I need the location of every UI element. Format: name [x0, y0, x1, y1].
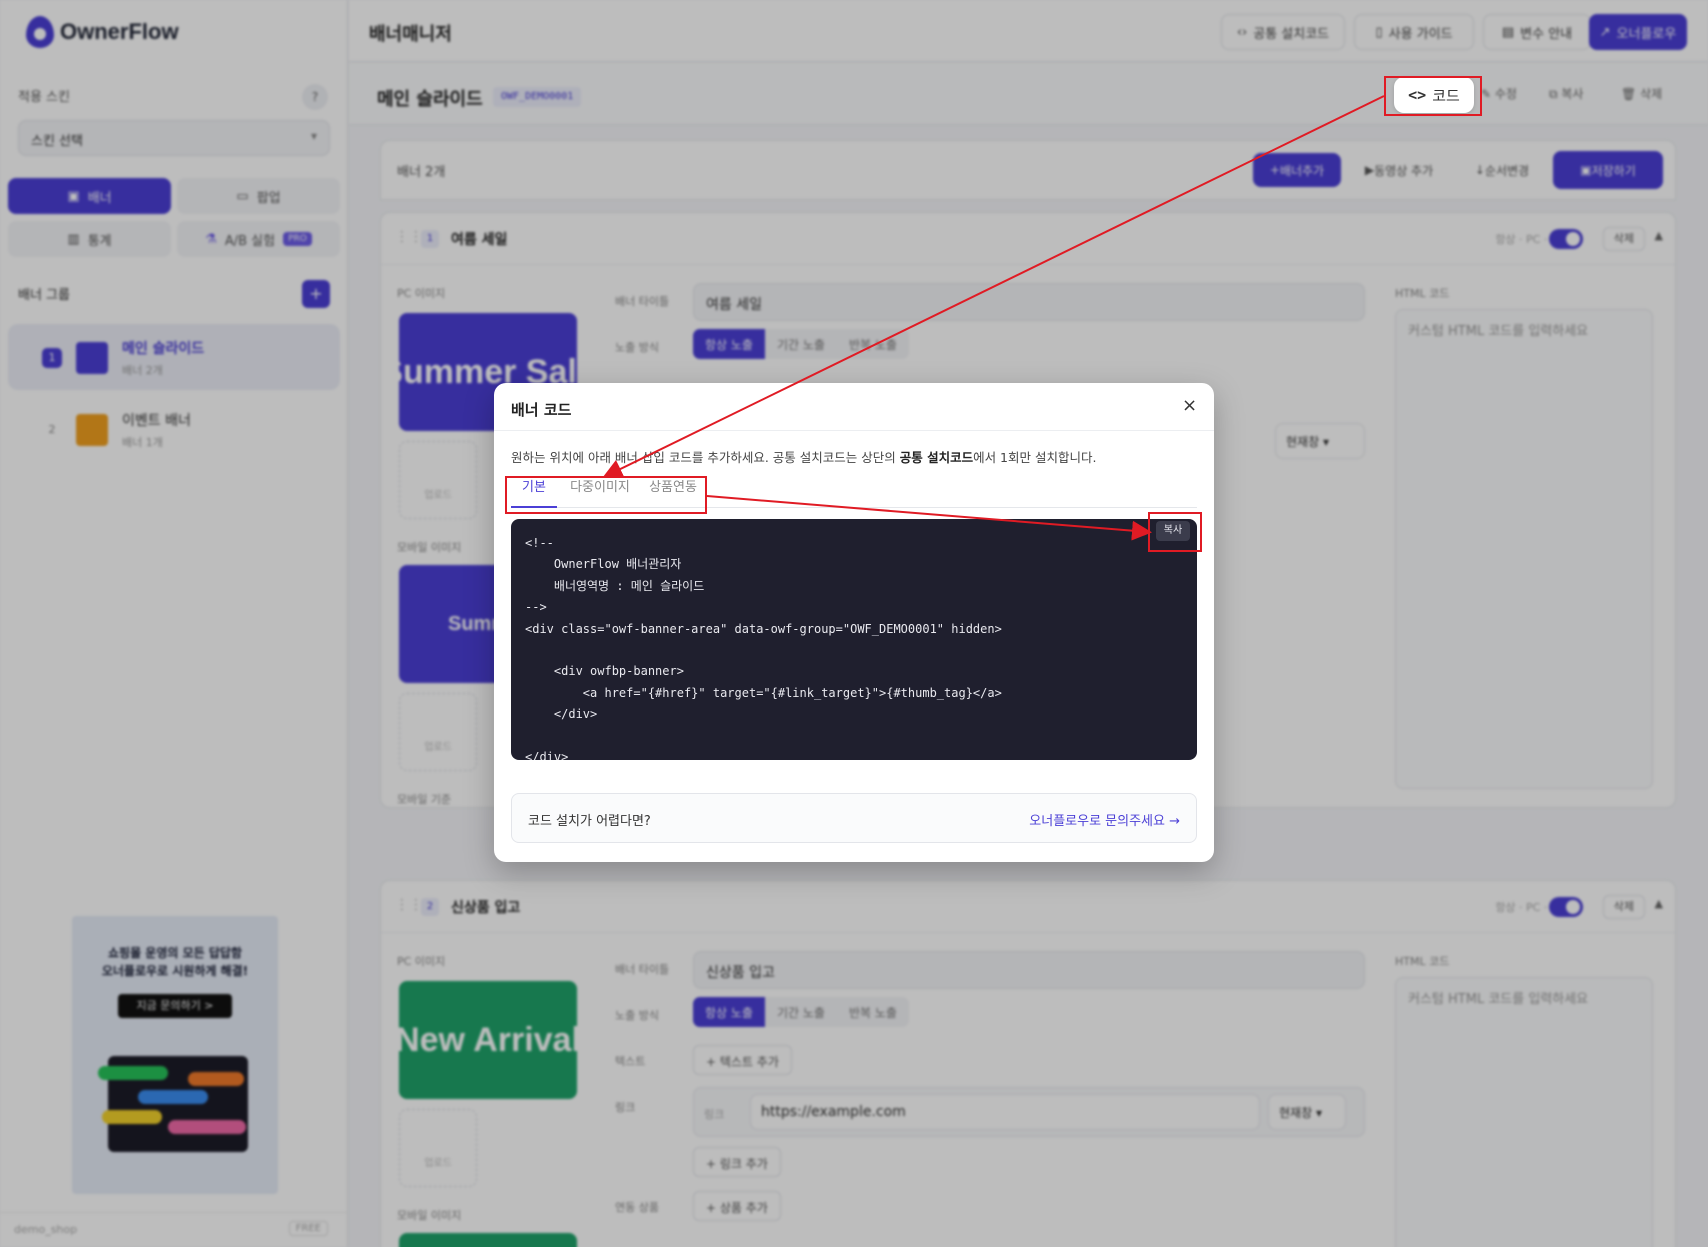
close-icon[interactable]: ×: [1182, 395, 1197, 417]
help-question: 코드 설치가 어렵다면?: [528, 814, 651, 829]
modal-description: 원하는 위치에 아래 배너 삽입 코드를 추가하세요. 공통 설치코드는 상단의…: [511, 447, 1096, 466]
help-box: 코드 설치가 어렵다면? 오너플로우로 문의주세요 →: [511, 793, 1197, 843]
banner-code-modal: 배너 코드 × 원하는 위치에 아래 배너 삽입 코드를 추가하세요. 공통 설…: [494, 383, 1214, 862]
code-text: <!-- OwnerFlow 배너관리자 배너영역명 : 메인 슬라이드 -->…: [525, 536, 1002, 760]
code-icon: <>: [1408, 86, 1427, 104]
contact-link[interactable]: 오너플로우로 문의주세요 →: [1029, 810, 1180, 829]
code-button-label: 코드: [1432, 86, 1460, 105]
modal-header: 배너 코드 ×: [494, 383, 1214, 431]
tab-basic[interactable]: 기본: [511, 475, 557, 508]
modal-title: 배너 코드: [511, 401, 572, 419]
tab-multi-image[interactable]: 다중이미지: [565, 475, 635, 508]
copy-button[interactable]: 복사: [1156, 521, 1190, 541]
code-tabs: 기본 다중이미지 상품연동: [511, 475, 1197, 508]
desc-bold: 공통 설치코드: [899, 450, 974, 465]
banner-code-button[interactable]: <> 코드: [1394, 77, 1474, 113]
tab-product-link[interactable]: 상품연동: [643, 475, 703, 508]
desc-text-1: 원하는 위치에 아래 배너 삽입 코드를 추가하세요. 공통 설치코드는 상단의: [511, 450, 900, 465]
code-block: <!-- OwnerFlow 배너관리자 배너영역명 : 메인 슬라이드 -->…: [511, 519, 1197, 760]
desc-text-2: 에서 1회만 설치합니다.: [973, 450, 1097, 465]
